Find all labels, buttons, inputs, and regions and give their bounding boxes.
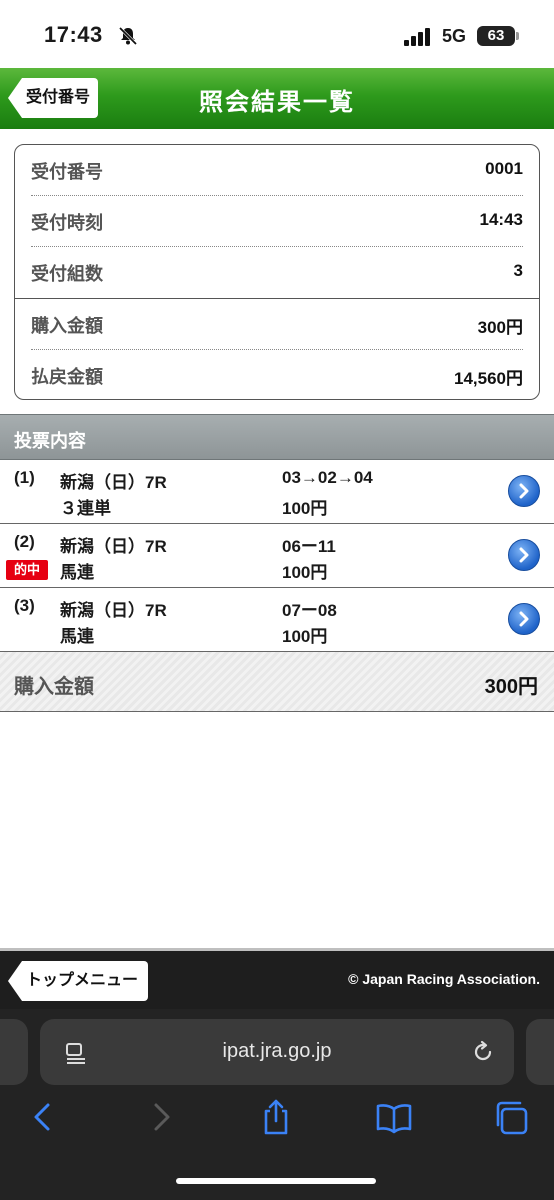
bet-type: 馬連	[60, 627, 94, 646]
network-type: 5G	[442, 26, 467, 46]
chevron-right-icon[interactable]	[508, 603, 540, 635]
bet-amount: 100円	[282, 499, 328, 518]
bet-combination: 06ー11	[282, 537, 336, 556]
bookmarks-icon[interactable]	[374, 1097, 414, 1137]
url-text: ipat.jra.go.jp	[222, 1040, 332, 1062]
silent-bell-icon	[118, 26, 138, 46]
summary-label: 受付組数	[31, 264, 103, 284]
summary-label: 受付番号	[31, 162, 103, 182]
app-footer: トップメニュー © Japan Racing Association.	[0, 951, 554, 1009]
copyright-text: © Japan Racing Association.	[348, 971, 540, 987]
bet-combination: 03→02→04	[282, 468, 373, 487]
signal-icon	[404, 28, 430, 46]
battery-icon: 63	[477, 26, 519, 46]
summary-value: 14:43	[479, 210, 523, 229]
bet-number: (3)	[14, 596, 35, 615]
bet-race: 新潟（日）7R	[60, 537, 167, 556]
bet-number: (2)	[14, 532, 35, 551]
bet-list: (1) 新潟（日）7R ３連単 03→02→04 100円 (2) 的中 新潟（…	[0, 460, 554, 652]
bet-race: 新潟（日）7R	[60, 473, 167, 492]
status-bar: 17:43 5G 63	[0, 0, 554, 68]
summary-value: 300円	[477, 318, 523, 337]
chevron-right-icon[interactable]	[508, 539, 540, 571]
summary-label: 受付時刻	[31, 213, 103, 233]
bet-row[interactable]: (2) 的中 新潟（日）7R 馬連 06ー11 100円	[0, 524, 554, 588]
section-title: 投票内容	[14, 431, 86, 451]
bet-race: 新潟（日）7R	[60, 601, 167, 620]
summary-value: 0001	[485, 159, 523, 178]
total-value: 300円	[484, 676, 538, 698]
summary-row-payout-amount: 払戻金額 14,560円	[31, 350, 523, 399]
back-arrow-icon[interactable]	[30, 1097, 54, 1137]
home-indicator	[176, 1178, 376, 1184]
bet-type: ３連単	[60, 499, 111, 518]
previous-tab-peek[interactable]	[0, 1019, 28, 1085]
summary-row-set-count: 受付組数 3	[31, 247, 523, 298]
bet-row[interactable]: (1) 新潟（日）7R ３連単 03→02→04 100円	[0, 460, 554, 524]
bet-type: 馬連	[60, 563, 94, 582]
tabs-icon[interactable]	[492, 1097, 532, 1137]
summary-label: 払戻金額	[31, 367, 103, 387]
summary-box: 受付番号 0001 受付時刻 14:43 受付組数 3 購入金額 300円 払戻…	[14, 144, 540, 400]
total-label: 購入金額	[14, 676, 94, 698]
summary-value: 3	[513, 261, 523, 280]
next-tab-peek[interactable]	[526, 1019, 554, 1085]
top-menu-button[interactable]: トップメニュー	[8, 961, 149, 1001]
summary-label: 購入金額	[31, 316, 103, 336]
app-header: 受付番号 照会結果一覧	[0, 68, 554, 129]
bet-amount: 100円	[282, 563, 328, 582]
browser-toolbar: ipat.jra.go.jp	[0, 1009, 554, 1200]
summary-row-purchase-amount: 購入金額 300円	[31, 299, 523, 350]
address-bar[interactable]: ipat.jra.go.jp	[40, 1019, 514, 1085]
reload-icon[interactable]	[470, 1039, 496, 1065]
bet-number: (1)	[14, 468, 35, 487]
summary-row-receipt-time: 受付時刻 14:43	[31, 196, 523, 247]
section-header: 投票内容	[0, 414, 554, 460]
total-row: 購入金額 300円	[0, 652, 554, 712]
summary-row-receipt-number: 受付番号 0001	[31, 145, 523, 196]
status-time: 17:43	[44, 22, 103, 47]
hit-badge: 的中	[6, 560, 48, 580]
page-title: 照会結果一覧	[199, 89, 355, 116]
bet-row[interactable]: (3) 新潟（日）7R 馬連 07ー08 100円	[0, 588, 554, 652]
chevron-right-icon[interactable]	[508, 475, 540, 507]
share-icon[interactable]	[258, 1097, 294, 1137]
bet-amount: 100円	[282, 627, 328, 646]
forward-arrow-icon[interactable]	[150, 1097, 174, 1137]
bet-combination: 07ー08	[282, 601, 337, 620]
summary-value: 14,560円	[454, 369, 523, 388]
